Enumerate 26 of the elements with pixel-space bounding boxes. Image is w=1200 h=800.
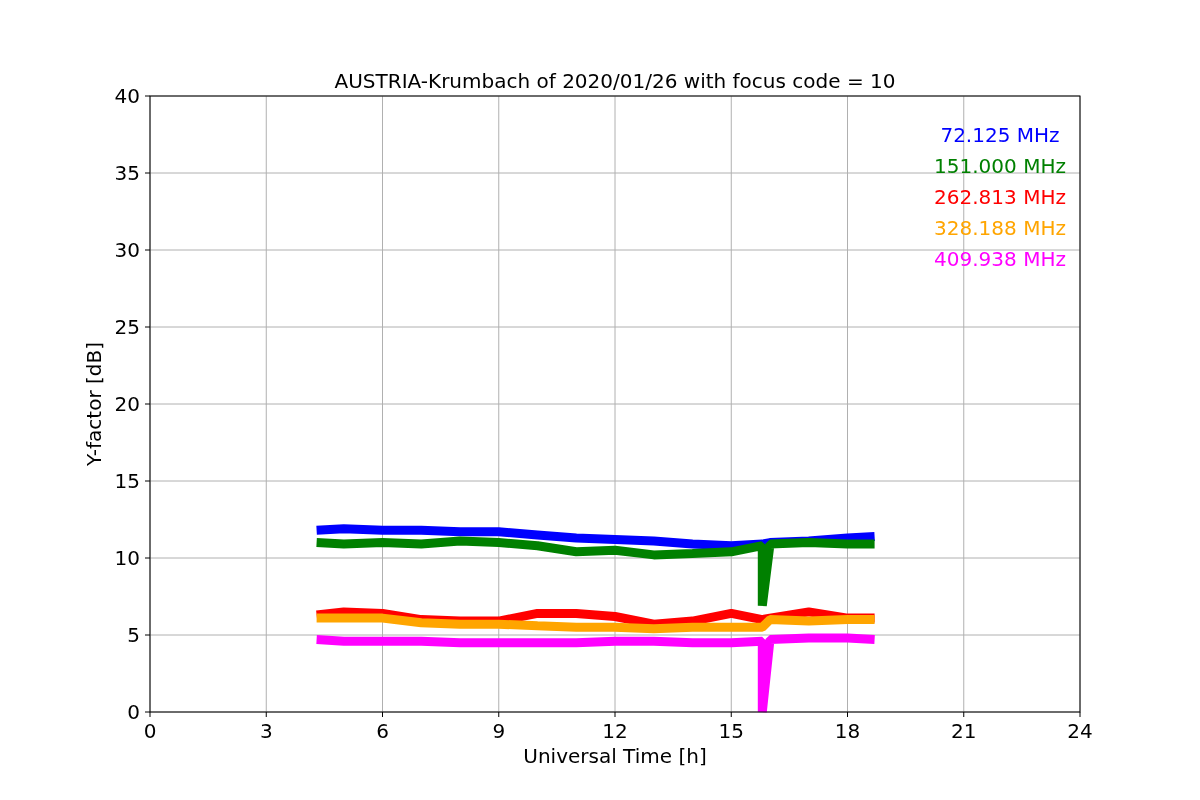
tick-label: 35	[114, 161, 140, 185]
tick-label: 21	[951, 719, 977, 743]
legend-label: 72.125 MHz	[940, 123, 1060, 147]
tick-label: 6	[376, 719, 389, 743]
tick-label: 12	[602, 719, 628, 743]
tick-label: 18	[834, 719, 861, 743]
axis-title: Universal Time [h]	[523, 744, 707, 768]
tick-label: 25	[114, 315, 140, 339]
tick-label: 5	[127, 623, 140, 647]
tick-label: 24	[1067, 719, 1093, 743]
legend-label: 409.938 MHz	[934, 247, 1066, 271]
tick-label: 9	[492, 719, 506, 743]
legend-label: 328.188 MHz	[934, 216, 1066, 240]
legend-label: 151.000 MHz	[934, 154, 1066, 178]
tick-label: 40	[114, 84, 140, 108]
tick-label: 3	[259, 719, 273, 743]
tick-label: 15	[114, 469, 140, 493]
axis-title: Y-factor [dB]	[82, 342, 106, 466]
tick-label: 0	[143, 719, 157, 743]
tick-label: 30	[114, 238, 140, 262]
tick-label: 0	[127, 700, 140, 724]
chart-title: AUSTRIA-Krumbach of 2020/01/26 with focus code = 10	[334, 69, 896, 93]
tick-label: 15	[718, 719, 744, 743]
tick-label: 10	[114, 546, 140, 570]
tick-label: 20	[114, 392, 140, 416]
legend-label: 262.813 MHz	[934, 185, 1066, 209]
